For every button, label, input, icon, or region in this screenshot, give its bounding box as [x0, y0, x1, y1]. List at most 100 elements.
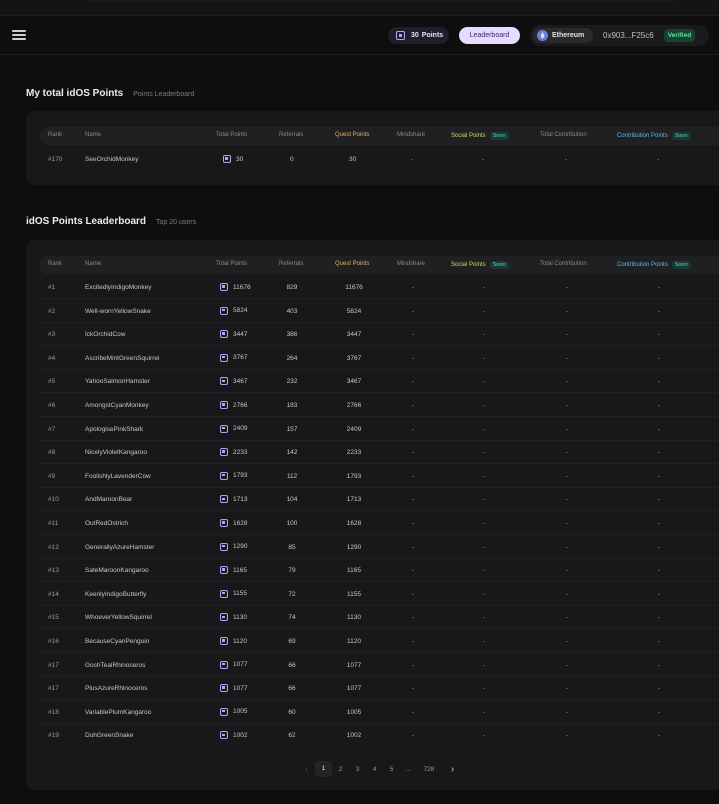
row-total-points: 1077: [220, 660, 247, 669]
row-rank: #8: [48, 449, 56, 457]
row-referrals: 264: [286, 354, 298, 362]
row-quest-points: 30: [349, 156, 357, 163]
row-quest-points: 3467: [346, 378, 362, 386]
row-total-points: 1628: [220, 519, 247, 527]
wallet-address: 0x903...F25c6: [603, 31, 654, 40]
row-divider: [39, 392, 719, 394]
row-divider: [39, 699, 719, 701]
row-quest-points: 3447: [346, 331, 362, 339]
row-mindshare: -: [411, 284, 415, 291]
row-contribution-points: -: [657, 354, 661, 362]
row-quest-points: 1290: [346, 543, 362, 551]
row-contribution-points: -: [657, 449, 661, 457]
menu-icon[interactable]: [12, 30, 26, 40]
row-total-points: 1120: [220, 637, 247, 645]
row-mindshare: -: [411, 520, 415, 527]
row-total-contribution: -: [565, 402, 569, 409]
row-rank: #7: [48, 425, 56, 433]
row-total-contribution: -: [565, 284, 569, 291]
points-pill[interactable]: 30 Points: [388, 27, 449, 44]
row-referrals: 112: [286, 472, 298, 480]
row-referrals: 85: [288, 543, 296, 551]
row-contribution-points: -: [657, 567, 661, 575]
header: 30 Points Leaderboard Ethereum 0x903...F…: [0, 17, 719, 55]
row-name: ApologisePinkShark: [85, 425, 144, 433]
row-divider: [39, 321, 719, 323]
top-strip: [0, 0, 719, 16]
my-points-table-header: Rank Name Total Points Referrals Quest P…: [39, 127, 719, 145]
page-button[interactable]: 4: [366, 766, 383, 773]
row-rank: #17: [48, 685, 59, 693]
col-total-points: Total Points: [216, 261, 248, 267]
row-divider: [39, 722, 719, 724]
row-name: ExcitedlyIndigoMonkey: [85, 284, 152, 291]
soon-badge: Soon: [671, 132, 691, 140]
points-icon: [220, 542, 228, 551]
row-rank: #12: [48, 543, 59, 551]
row-contribution-points: -: [657, 614, 661, 622]
col-mindshare: Mindshare: [397, 261, 426, 267]
row-social-points: -: [482, 472, 486, 480]
points-icon: [220, 471, 228, 480]
leaderboard-table-header: Rank Name Total Points Referrals Quest P…: [39, 256, 719, 274]
leaderboard-subtitle: Top 20 users: [156, 219, 197, 226]
row-mindshare: -: [411, 638, 415, 645]
row-rank: #170: [48, 156, 63, 163]
leaderboard-card: Rank Name Total Points Referrals Quest P…: [26, 240, 719, 790]
row-social-points: -: [482, 402, 486, 409]
row-name: IckOrchidCow: [85, 331, 126, 339]
soon-badge: Soon: [489, 261, 509, 269]
row-rank: #10: [48, 496, 59, 504]
page-button[interactable]: 728: [417, 766, 441, 773]
row-mindshare: -: [411, 708, 415, 716]
page-button[interactable]: 1: [315, 761, 332, 777]
col-referrals: Referrals: [279, 261, 304, 267]
my-points-card: Rank Name Total Points Referrals Quest P…: [26, 111, 719, 185]
points-icon: [220, 519, 228, 527]
row-name: DuhGreenSnake: [85, 732, 134, 740]
row-referrals: 232: [286, 378, 298, 386]
row-total-points: 1290: [220, 542, 247, 551]
prev-page-icon[interactable]: ‹: [298, 764, 315, 775]
row-referrals: 0: [290, 156, 294, 163]
row-total-points: 3467: [220, 377, 247, 386]
row-total-points: 11676: [220, 283, 251, 291]
network-label: Ethereum: [552, 32, 585, 39]
row-contribution-points: -: [657, 425, 661, 433]
row-mindshare: -: [411, 449, 415, 457]
row-mindshare: -: [411, 543, 415, 551]
row-mindshare: -: [411, 567, 415, 575]
row-referrals: 104: [286, 496, 298, 504]
row-name: YahooSalmonHamster: [85, 378, 150, 386]
col-quest-points: Quest Points: [335, 261, 370, 267]
col-total-contribution: Total Contribution: [540, 261, 587, 267]
row-mindshare: -: [411, 156, 414, 163]
wallet-pill[interactable]: Ethereum 0x903...F25c6 Verified: [530, 25, 709, 46]
row-name: BecauseCyanPenguin: [85, 638, 150, 645]
col-rank: Rank: [48, 132, 63, 138]
row-social-points: -: [482, 567, 486, 575]
page-button[interactable]: 2: [332, 766, 349, 773]
row-rank: #1: [48, 284, 56, 291]
page-button[interactable]: 5: [383, 766, 400, 773]
row-social-points: -: [482, 614, 486, 622]
next-page-icon[interactable]: ›: [444, 764, 461, 775]
points-icon: [220, 330, 228, 339]
col-social-points: Social Points Soon: [451, 132, 509, 140]
top-search-pill[interactable]: [88, 0, 676, 2]
row-divider: [39, 534, 719, 535]
row-mindshare: -: [411, 354, 415, 362]
row-total-contribution: -: [565, 307, 569, 315]
leaderboard-button[interactable]: Leaderboard: [459, 27, 520, 44]
page-button[interactable]: 3: [349, 766, 366, 773]
row-quest-points: 1005: [346, 708, 362, 716]
row-name: FoolishlyLavenderCow: [85, 472, 151, 480]
row-total-contribution: -: [565, 543, 569, 551]
row-total-contribution: -: [565, 614, 569, 622]
points-icon: [223, 155, 231, 163]
network-selector[interactable]: Ethereum: [533, 28, 593, 43]
col-contribution-points: Contribution Points Soon: [617, 132, 691, 140]
row-total-contribution: -: [565, 708, 569, 716]
row-social-points: -: [482, 543, 486, 551]
points-icon: [220, 306, 228, 315]
